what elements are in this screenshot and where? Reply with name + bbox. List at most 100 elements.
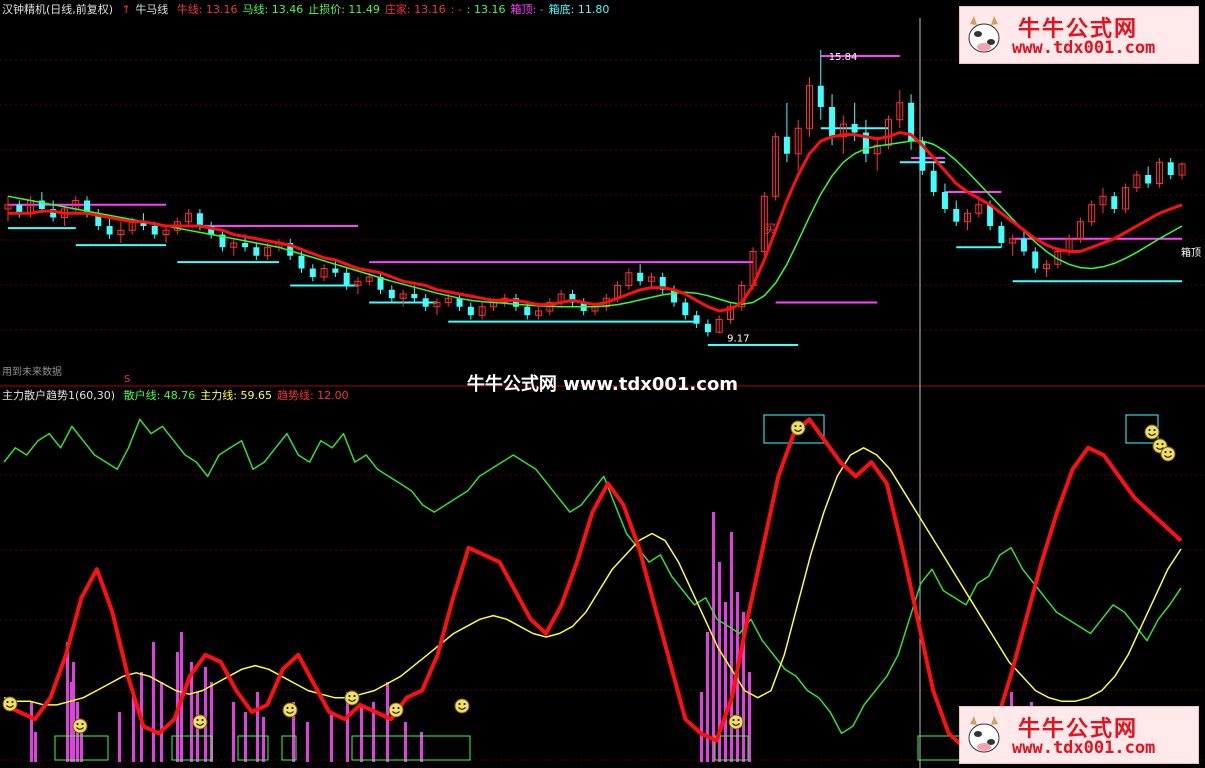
box-top-label: 箱顶 (1181, 248, 1201, 259)
upper-header-values: 牛线: 13.16 马线: 13.46 止损价: 11.49 庄家: 13.16 : -… (177, 3, 615, 16)
logo-url: www.tdx001.com (1012, 38, 1156, 58)
smiley-icon (790, 420, 806, 436)
smiley-icon (2, 696, 18, 712)
smiley-icon (728, 714, 744, 730)
candle-body (851, 124, 858, 133)
smiley-eye (463, 703, 466, 705)
candle-body (1145, 175, 1152, 184)
volume-bar (152, 642, 155, 762)
volume-bar (386, 682, 389, 762)
smiley-face (1144, 424, 1160, 440)
smiley-eye (11, 701, 14, 703)
smiley-eye (458, 703, 461, 705)
volume-bar (706, 632, 709, 762)
smiley-eye (348, 695, 351, 697)
candle-body (1032, 251, 1039, 269)
candle-body (783, 136, 790, 154)
smiley-face (2, 696, 18, 712)
smiley-eye (353, 695, 356, 697)
candle-body (388, 289, 395, 299)
candle-body (953, 209, 960, 222)
volume-bar (306, 722, 309, 762)
smiley-eye (6, 701, 9, 703)
smiley-eye (76, 723, 79, 725)
candle-body (309, 268, 316, 277)
logo-url: www.tdx001.com (1012, 738, 1156, 758)
cow-icon (968, 716, 1000, 753)
candle-body (704, 323, 711, 333)
smiley-eye (291, 707, 294, 709)
trend-line (3, 417, 1183, 750)
arrow-up-icon: ↑ (121, 3, 131, 16)
smiley-eye (1148, 429, 1151, 431)
low-price-label: 9.17 (727, 334, 749, 345)
volume-bar (72, 662, 75, 762)
smiley-face (282, 702, 298, 718)
upper-header-item: 马线: 13.46 (242, 3, 304, 16)
candle-body (829, 107, 836, 137)
volume-bar (262, 717, 265, 762)
bull-line (8, 131, 1183, 313)
smiley-icon (1144, 424, 1160, 440)
smiley-eye (397, 707, 400, 709)
candle-body (332, 268, 339, 273)
volume-bar (118, 712, 121, 762)
smiley-eye (1161, 443, 1164, 445)
candle-body (343, 272, 350, 286)
smiley-icon (192, 714, 208, 730)
candle-body (106, 226, 113, 235)
candle-body (298, 255, 305, 269)
high-price-label: 15.84 (829, 52, 858, 63)
smiley-icon (72, 718, 88, 734)
candle-body (817, 85, 824, 107)
candle-body (930, 170, 937, 192)
horse-line (7, 140, 1183, 308)
volume-bar (232, 702, 235, 762)
smiley-face (790, 420, 806, 436)
volume-bar (204, 667, 207, 762)
candle-body (941, 192, 948, 209)
buy-label: 买 (764, 222, 777, 236)
smiley-face (72, 718, 88, 734)
upper-header-item: 庄家: 13.16 (384, 3, 446, 16)
volume-bar (160, 682, 163, 762)
signal-box-bottom (351, 735, 471, 761)
cow-icon (968, 16, 1000, 53)
candle-body (1020, 238, 1027, 252)
candle-body (242, 243, 249, 248)
smiley-face (454, 698, 470, 714)
logo-bottom: 牛牛公式网 www.tdx001.com (959, 706, 1199, 764)
upper-header-item: 箱底: 11.80 (548, 3, 610, 16)
candle-body (1111, 196, 1118, 209)
upper-header-item: : - (450, 3, 462, 16)
logo-top: 牛牛公式网 www.tdx001.com (959, 6, 1199, 64)
smiley-face (388, 702, 404, 718)
smiley-eye (81, 723, 84, 725)
upper-header-item: 箱顶: - (510, 3, 544, 16)
volume-bar (34, 732, 37, 762)
candle-body (1167, 162, 1174, 175)
smiley-face (728, 714, 744, 730)
smiley-eye (1164, 451, 1167, 453)
volume-bar (360, 707, 363, 762)
candle-body (637, 272, 644, 282)
upper-header-item: 牛线: 13.16 (176, 3, 238, 16)
candlestick-pane[interactable]: 15.84 9.17 (4, 50, 1186, 346)
smiley-face (192, 714, 208, 730)
watermark: 牛牛公式网 www.tdx001.com (466, 374, 739, 395)
smiley-eye (732, 719, 735, 721)
smiley-eye (1169, 451, 1172, 453)
smiley-eye (196, 719, 199, 721)
candle-body (253, 247, 260, 256)
candle-body (467, 306, 474, 316)
upper-header-item: 止损价: 11.49 (308, 3, 380, 16)
candle-body (411, 294, 418, 299)
volume-bar (404, 722, 407, 762)
smiley-icon (344, 690, 360, 706)
candle-body (682, 302, 689, 316)
smiley-eye (794, 425, 797, 427)
volume-bar (30, 702, 33, 762)
smiley-eye (392, 707, 395, 709)
candle-body (524, 306, 531, 316)
upper-header-item: : 13.16 (466, 3, 506, 16)
